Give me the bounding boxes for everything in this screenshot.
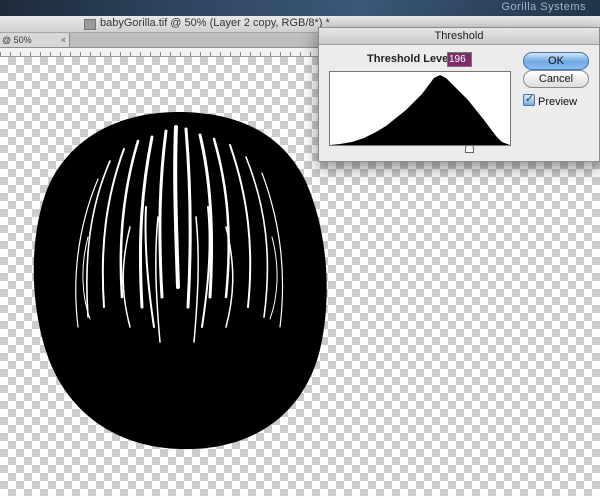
threshold-slider[interactable] (329, 145, 509, 154)
ok-button[interactable]: OK (523, 52, 589, 70)
checkbox-checked-icon[interactable] (523, 92, 535, 106)
desktop-background: Gorilla Systems (0, 0, 600, 16)
threshold-level-input[interactable]: 196 (447, 52, 472, 67)
close-icon[interactable]: × (61, 33, 66, 47)
cancel-button[interactable]: Cancel (523, 70, 589, 88)
histogram-distribution (330, 75, 510, 145)
threshold-level-label: Threshold Level: (367, 53, 456, 65)
document-icon (84, 19, 96, 30)
threshold-dialog: Threshold Threshold Level: 196 OK Cancel… (318, 27, 600, 162)
histogram-graph (330, 75, 510, 145)
document-title: babyGorilla.tif @ 50% (Layer 2 copy, RGB… (100, 17, 330, 29)
dialog-titlebar[interactable]: Threshold (319, 28, 599, 45)
slider-thumb-icon[interactable] (464, 145, 474, 153)
preview-option[interactable]: Preview (523, 92, 578, 108)
preview-label: Preview (538, 96, 578, 108)
histogram (329, 71, 511, 146)
desktop-brand: Gorilla Systems (501, 1, 586, 13)
document-tab[interactable]: @ 50% (RGB/8#) × (0, 33, 70, 59)
